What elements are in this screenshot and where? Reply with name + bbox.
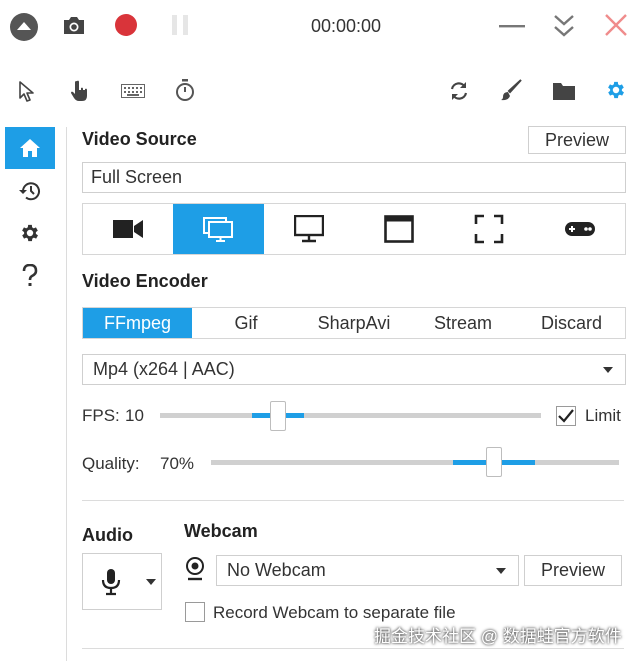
close-icon[interactable] [604,13,628,37]
quality-label: Quality: [82,454,140,473]
video-encoder-tabs: FFmpeg Gif SharpAvi Stream Discard [82,307,626,339]
separate-file-checkbox[interactable] [185,602,205,622]
video-source-preview-button[interactable]: Preview [528,126,626,154]
hand-click-icon[interactable] [70,79,90,103]
webcam-icon [185,557,205,581]
help-question-icon [22,264,38,288]
fps-slider-track[interactable] [160,413,541,418]
video-source-type-strip [82,203,626,255]
collapse-up-icon[interactable] [9,12,39,42]
checkmark-icon [558,409,574,423]
source-camera-button[interactable] [83,204,173,254]
record-icon[interactable] [114,13,138,37]
fps-value: 10 [125,406,144,425]
video-camera-icon [112,218,144,240]
source-window-button[interactable] [354,204,444,254]
source-monitor-button[interactable] [264,204,354,254]
quality-slider-thumb[interactable] [486,447,502,477]
tab-sharpavi[interactable]: SharpAvi [300,308,408,338]
audio-source-button[interactable] [82,553,162,610]
tab-gif[interactable]: Gif [192,308,300,338]
limit-checkbox[interactable] [556,406,576,426]
sidebar-item-history[interactable] [5,170,55,212]
minimize-icon[interactable] [499,24,525,28]
sidebar-item-help[interactable] [5,255,55,297]
tab-discard[interactable]: Discard [518,308,625,338]
refresh-icon[interactable] [449,80,469,102]
source-screen-button[interactable] [173,204,264,254]
region-select-icon [474,214,504,244]
microphone-icon [101,568,121,596]
history-icon [18,180,42,202]
sidebar-separator [66,127,67,661]
section-divider [82,500,624,501]
source-region-button[interactable] [444,204,534,254]
chevron-down-icon [496,568,506,574]
home-icon [19,138,41,158]
video-source-field[interactable]: Full Screen [82,162,626,193]
separate-file-label: Record Webcam to separate file [213,603,456,622]
encoder-format-value: Mp4 (x264 | AAC) [93,359,235,379]
camera-icon[interactable] [62,14,86,36]
folder-icon[interactable] [552,81,576,101]
audio-title: Audio [82,525,133,545]
tab-stream[interactable]: Stream [408,308,518,338]
video-source-title: Video Source [82,129,197,149]
video-encoder-title: Video Encoder [82,271,208,291]
webcam-dropdown[interactable]: No Webcam [216,555,519,586]
webcam-title: Webcam [184,521,258,541]
chevron-down-icon [146,579,156,585]
cursor-icon[interactable] [18,80,36,102]
gear-icon [19,222,41,244]
recording-timer: 00:00:00 [311,16,382,36]
watermark-text: 掘金技术社区 @ 数据蛙官方软件 [374,627,622,646]
window-icon [384,215,414,243]
pause-icon[interactable] [170,14,190,36]
quality-slider-track[interactable] [211,460,619,465]
sidebar-item-settings[interactable] [5,212,55,254]
sidebar-item-home[interactable] [5,127,55,169]
tab-ffmpeg[interactable]: FFmpeg [83,308,192,338]
fps-label: FPS: [82,406,120,425]
timer-icon[interactable] [175,79,195,101]
brush-icon[interactable] [500,79,522,101]
gamepad-icon [564,219,596,239]
double-chevron-down-icon[interactable] [552,13,576,39]
chevron-down-icon [603,367,613,373]
webcam-preview-button[interactable]: Preview [524,555,622,586]
webcam-value: No Webcam [227,560,326,580]
fps-slider-thumb[interactable] [270,401,286,431]
bottom-divider [82,648,624,649]
quality-value: 70% [160,454,195,473]
source-game-button[interactable] [535,204,625,254]
multi-screen-icon [202,216,234,242]
encoder-format-dropdown[interactable]: Mp4 (x264 | AAC) [82,354,626,385]
monitor-icon [293,215,324,243]
keyboard-icon[interactable] [121,84,145,98]
settings-gear-icon[interactable] [605,79,627,101]
limit-label: Limit [585,406,621,425]
